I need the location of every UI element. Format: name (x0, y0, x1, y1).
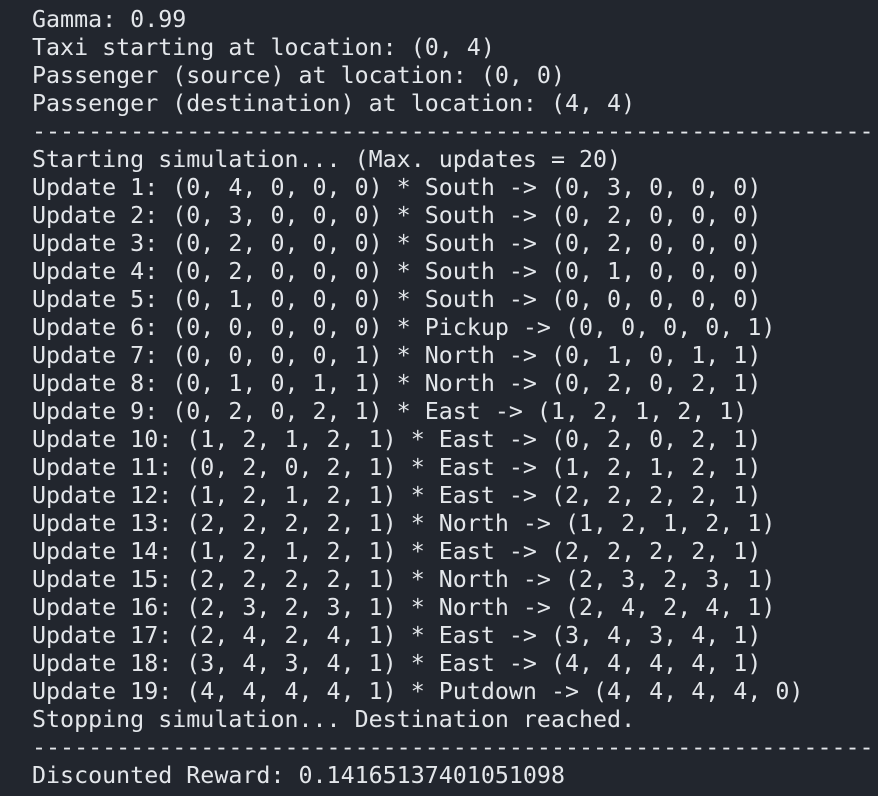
separator-line: ----------------------------------------… (32, 118, 874, 145)
simulation-stop-line: Stopping simulation... Destination reach… (32, 706, 636, 733)
update-line: Update 1: (0, 4, 0, 0, 0) * South -> (0,… (32, 174, 762, 201)
update-line: Update 17: (2, 4, 2, 4, 1) * East -> (3,… (32, 622, 762, 649)
update-line: Update 11: (0, 2, 0, 2, 1) * East -> (1,… (32, 454, 762, 481)
update-line: Update 6: (0, 0, 0, 0, 0) * Pickup -> (0… (32, 314, 776, 341)
update-line: Update 13: (2, 2, 2, 2, 1) * North -> (1… (32, 510, 776, 537)
update-line: Update 15: (2, 2, 2, 2, 1) * North -> (2… (32, 566, 776, 593)
update-line: Update 10: (1, 2, 1, 2, 1) * East -> (0,… (32, 426, 762, 453)
separator-line: ----------------------------------------… (32, 734, 874, 761)
update-line: Update 8: (0, 1, 0, 1, 1) * North -> (0,… (32, 370, 762, 397)
simulation-start-line: Starting simulation... (Max. updates = 2… (32, 146, 622, 173)
terminal-output: Gamma: 0.99 Taxi starting at location: (… (0, 0, 878, 796)
update-line: Update 5: (0, 1, 0, 0, 0) * South -> (0,… (32, 286, 762, 313)
update-line: Update 9: (0, 2, 0, 2, 1) * East -> (1, … (32, 398, 748, 425)
passenger-destination-line: Passenger (destination) at location: (4,… (32, 90, 636, 117)
update-line: Update 12: (1, 2, 1, 2, 1) * East -> (2,… (32, 482, 762, 509)
update-line: Update 18: (3, 4, 3, 4, 1) * East -> (4,… (32, 650, 762, 677)
discounted-reward-line: Discounted Reward: 0.14165137401051098 (32, 762, 565, 789)
passenger-source-line: Passenger (source) at location: (0, 0) (32, 62, 565, 89)
update-line: Update 16: (2, 3, 2, 3, 1) * North -> (2… (32, 594, 776, 621)
update-line: Update 2: (0, 3, 0, 0, 0) * South -> (0,… (32, 202, 762, 229)
update-line: Update 4: (0, 2, 0, 0, 0) * South -> (0,… (32, 258, 762, 285)
taxi-start-line: Taxi starting at location: (0, 4) (32, 34, 495, 61)
update-line: Update 14: (1, 2, 1, 2, 1) * East -> (2,… (32, 538, 762, 565)
gamma-line: Gamma: 0.99 (32, 6, 187, 33)
update-line: Update 7: (0, 0, 0, 0, 1) * North -> (0,… (32, 342, 762, 369)
update-line: Update 19: (4, 4, 4, 4, 1) * Putdown -> … (32, 678, 804, 705)
update-line: Update 3: (0, 2, 0, 0, 0) * South -> (0,… (32, 230, 762, 257)
